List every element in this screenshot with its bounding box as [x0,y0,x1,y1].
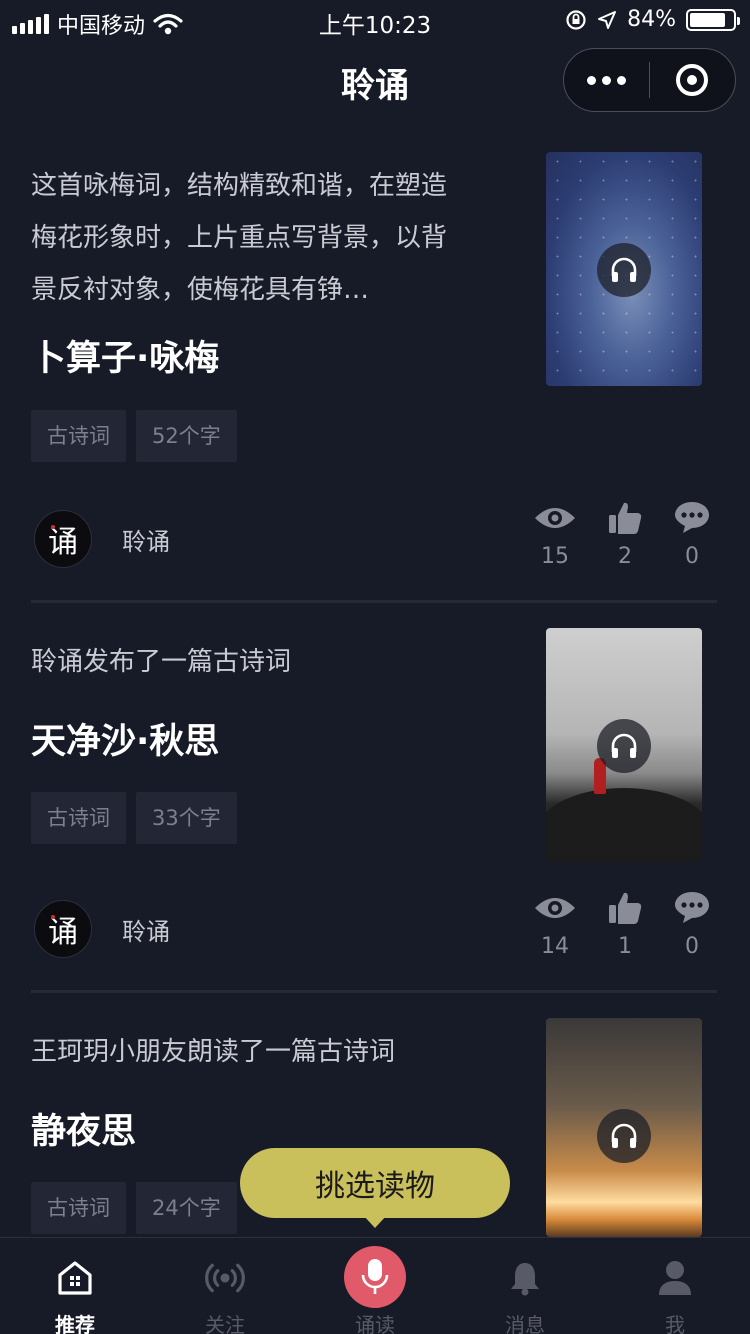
tab-label: 关注 [205,1313,245,1334]
bell-icon [505,1258,545,1298]
tab-recite[interactable]: 诵读 [300,1238,450,1334]
cover-image[interactable] [546,1018,702,1237]
card-title: 静夜思 [31,1112,137,1152]
tab-label: 消息 [505,1313,545,1334]
tag-category: 古诗词 [31,1182,126,1234]
pick-button-pointer [363,1215,387,1228]
home-icon [55,1258,95,1298]
tab-bar: 推荐 关注 诵读 消息 我 [0,1237,750,1334]
tab-me[interactable]: 我 [600,1238,750,1334]
headphones-icon[interactable] [597,1109,651,1163]
tab-messages[interactable]: 消息 [450,1238,600,1334]
person-icon [655,1258,695,1298]
feed-card[interactable]: 王珂玥小朋友朗读了一篇古诗词 静夜思 古诗词 24个字 [0,0,750,1237]
tab-label: 诵读 [355,1313,395,1334]
tag-word-count: 24个字 [136,1182,237,1234]
tab-recommend[interactable]: 推荐 [0,1238,150,1334]
tab-follow[interactable]: 关注 [150,1238,300,1334]
tag-list: 古诗词 24个字 [31,1182,237,1234]
tab-label: 我 [665,1313,685,1334]
microphone-icon [344,1246,406,1308]
broadcast-icon [205,1258,245,1298]
pick-reading-button[interactable]: 挑选读物 [240,1148,510,1218]
tab-label: 推荐 [55,1313,95,1334]
card-description: 王珂玥小朋友朗读了一篇古诗词 [31,1037,396,1067]
